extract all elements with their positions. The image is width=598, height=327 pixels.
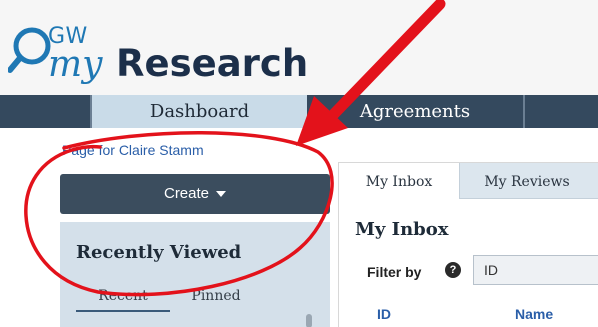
nav-tab-agreements[interactable]: Agreements [307,95,525,128]
create-button[interactable]: Create [60,174,330,214]
create-button-label: Create [163,185,210,202]
caret-down-icon [216,191,227,198]
page-owner-link[interactable]: Page for Claire Stamm [62,142,204,158]
filter-by-select[interactable]: ID [473,255,598,285]
nav-tab-dashboard[interactable]: Dashboard [92,95,307,128]
scrollbar-thumb[interactable] [306,314,312,327]
inbox-panel: My Inbox My Reviews My Inbox Filter by ?… [338,162,598,327]
header: GW my Research [0,0,598,95]
logo-my-text: my [48,44,103,85]
help-icon[interactable]: ? [445,262,461,278]
logo-research-text: Research [116,42,309,85]
recently-viewed-panel: Recently Viewed Recent Pinned [60,222,330,327]
tab-my-inbox[interactable]: My Inbox [339,163,459,200]
gw-myresearch-logo[interactable]: GW my Research [8,20,308,85]
tab-recent[interactable]: Recent [76,288,170,312]
column-header-id[interactable]: ID [377,306,391,322]
recently-viewed-heading: Recently Viewed [76,242,242,263]
column-header-name[interactable]: Name [515,306,553,322]
inbox-heading: My Inbox [355,219,449,240]
main-nav-bar: Dashboard Agreements [0,95,598,128]
inbox-tab-bar: My Inbox My Reviews [339,163,598,200]
filter-by-label: Filter by [367,264,422,280]
tab-pinned[interactable]: Pinned [172,288,260,312]
tab-my-reviews[interactable]: My Reviews [459,163,594,199]
